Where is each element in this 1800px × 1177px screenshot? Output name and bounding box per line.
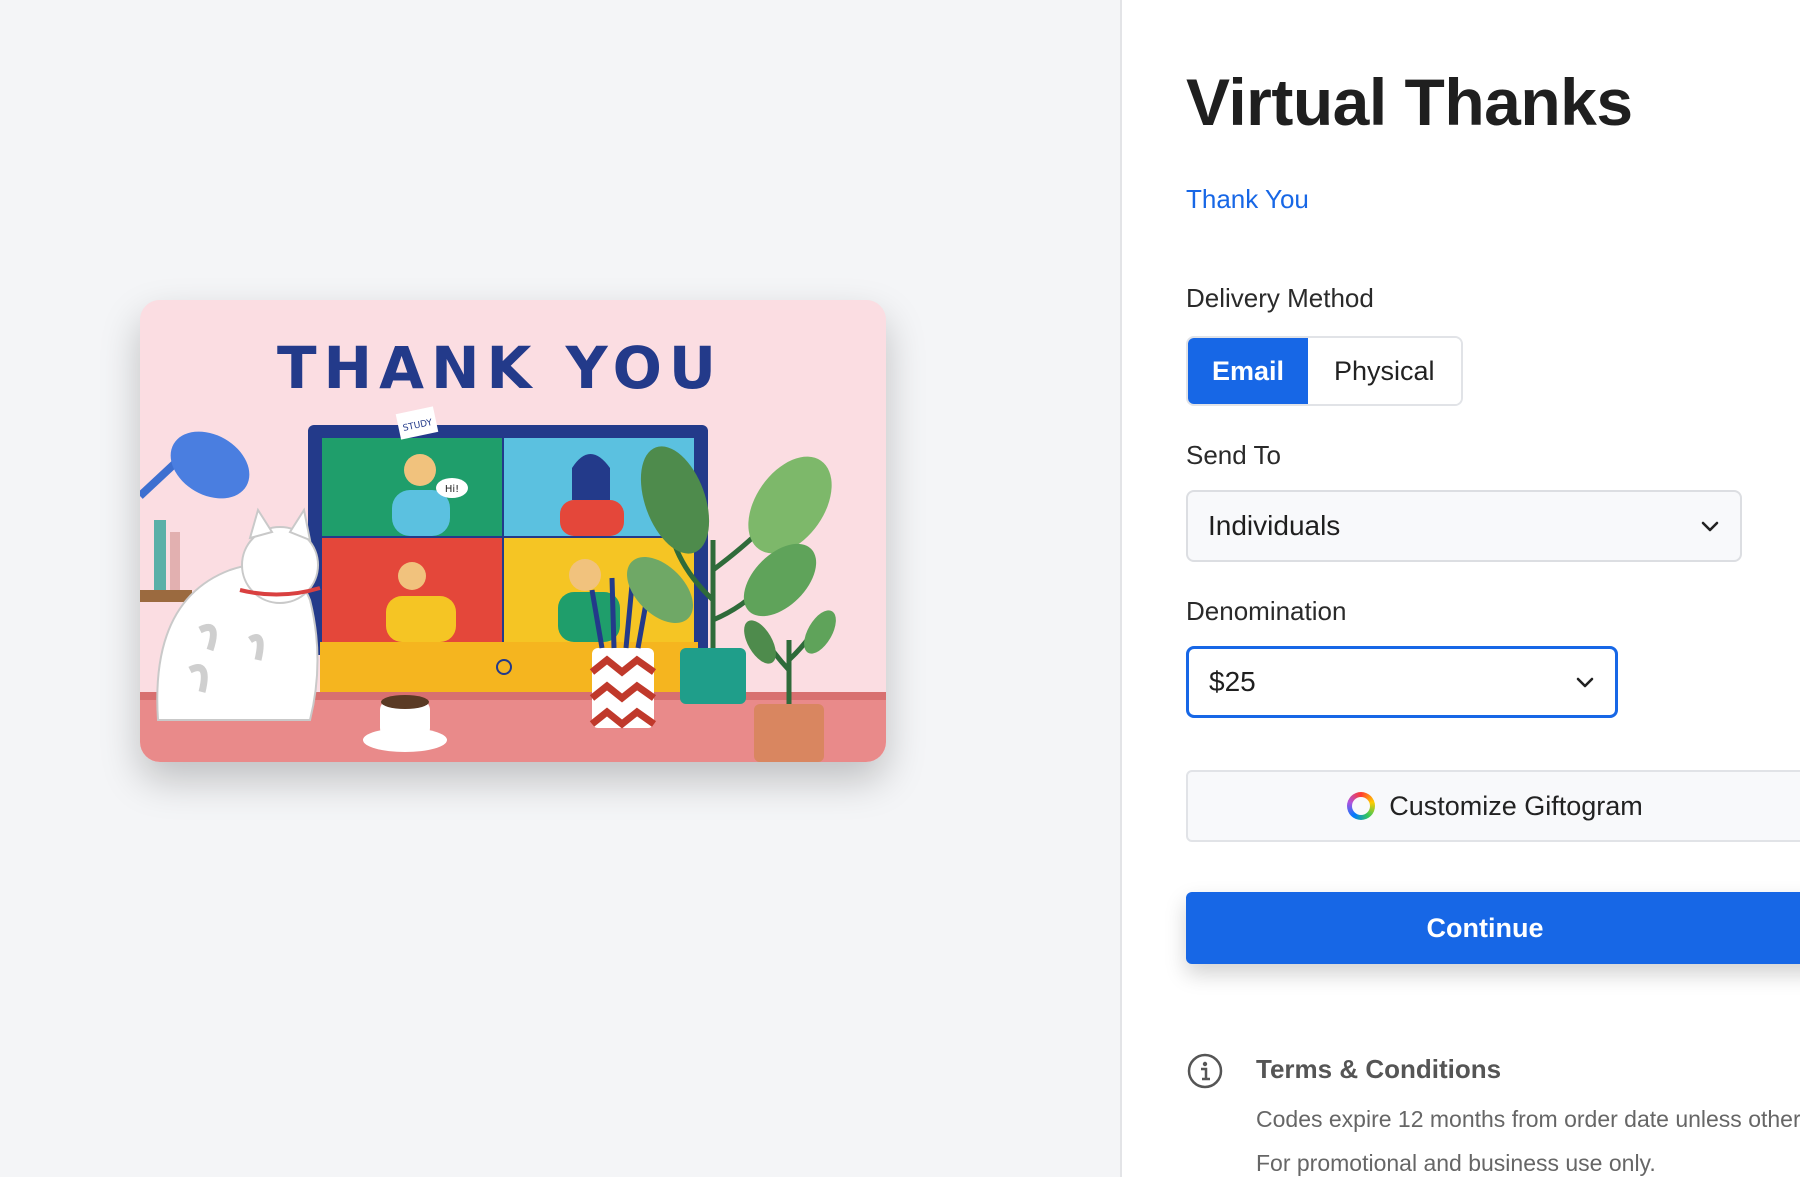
card-headline: THANK YOU (277, 334, 723, 402)
continue-button[interactable]: Continue (1186, 892, 1800, 964)
color-ring-icon (1347, 792, 1376, 820)
denomination-select[interactable]: $25 (1186, 646, 1618, 718)
gift-card-illustration: THANK YOU STUDY Hi! (140, 300, 886, 762)
customize-giftogram-label: Customize Giftogram (1389, 790, 1643, 821)
terms-title: Terms & Conditions (1256, 1054, 1502, 1084)
send-to-label: Send To (1186, 440, 1281, 470)
customize-giftogram-button[interactable]: Customize Giftogram (1186, 770, 1800, 842)
chevron-down-icon (1576, 677, 1594, 688)
send-to-value: Individuals (1208, 510, 1341, 541)
info-icon (1187, 1053, 1223, 1089)
terms-line: For promotional and business use only. (1256, 1150, 1656, 1176)
product-preview-pane: THANK YOU STUDY Hi! (0, 0, 1120, 1177)
denomination-label: Denomination (1186, 596, 1347, 626)
delivery-physical-button[interactable]: Physical (1308, 338, 1461, 404)
denomination-value: $25 (1209, 666, 1256, 697)
page-title: Virtual Thanks (1186, 65, 1633, 139)
delivery-method-label: Delivery Method (1186, 283, 1374, 313)
delivery-email-button[interactable]: Email (1188, 338, 1308, 404)
send-to-select[interactable]: Individuals (1186, 490, 1742, 562)
terms-line: Codes expire 12 months from order date u… (1256, 1106, 1800, 1132)
speech-bubble-text: Hi! (445, 484, 459, 495)
chevron-down-icon (1701, 521, 1719, 532)
delivery-method-toggle: Email Physical (1186, 336, 1463, 406)
product-form-pane: Virtual Thanks Thank You Delivery Method… (1122, 0, 1800, 1177)
card-design-link[interactable]: Thank You (1186, 184, 1309, 215)
gift-card-image: THANK YOU STUDY Hi! (140, 300, 886, 762)
